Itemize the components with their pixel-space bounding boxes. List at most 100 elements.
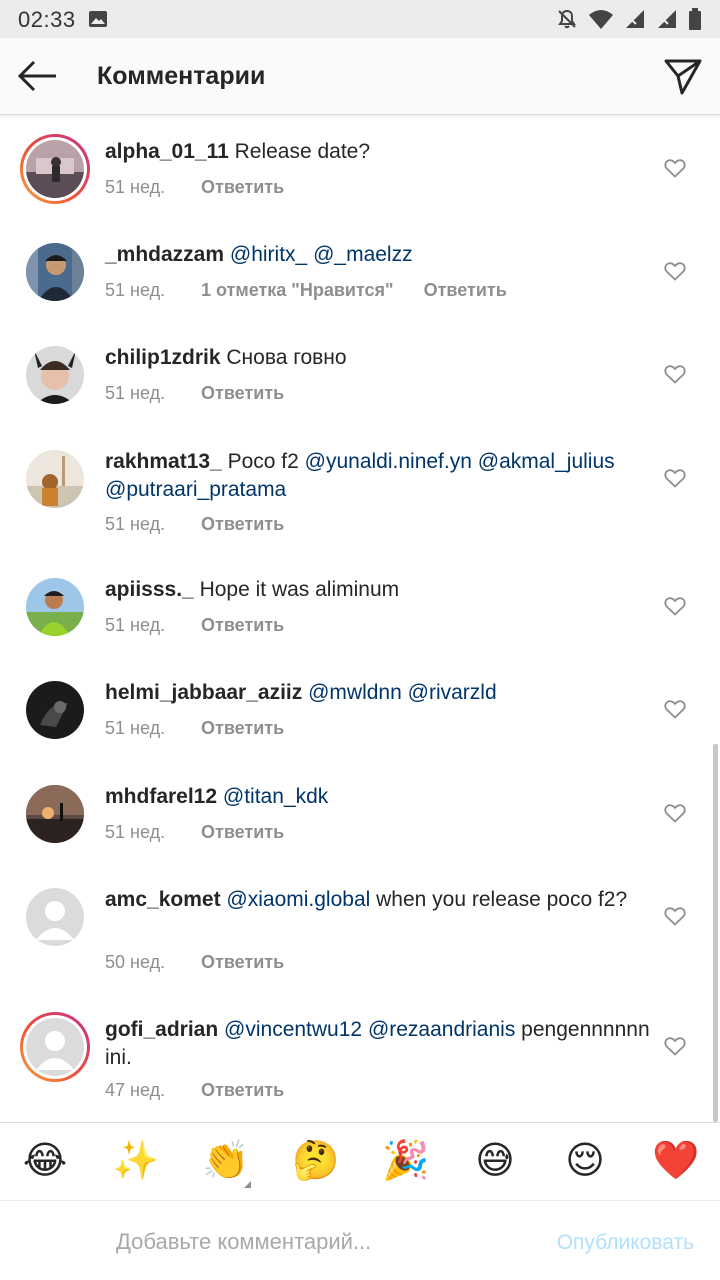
- comment-username[interactable]: chilip1zdrik: [105, 346, 221, 369]
- comment-meta: 51 нед. Ответить: [105, 177, 284, 198]
- comment-mention[interactable]: @xiaomi.global: [226, 888, 370, 911]
- like-heart-icon[interactable]: [664, 261, 686, 281]
- comment-body: Release date?: [234, 140, 371, 163]
- comment-username[interactable]: amc_komet: [105, 888, 221, 911]
- avatar-photo: [26, 243, 84, 301]
- reply-button[interactable]: Ответить: [201, 177, 284, 198]
- reply-button[interactable]: Ответить: [201, 718, 284, 739]
- comment-meta: 50 нед. Ответить: [105, 952, 284, 973]
- avatar-photo: [26, 450, 84, 508]
- skin-tone-indicator-icon: [244, 1181, 251, 1188]
- emoji-sparkles-icon[interactable]: ✨: [112, 1139, 159, 1183]
- comment-mention[interactable]: @mwldnn: [308, 681, 402, 704]
- reply-button[interactable]: Ответить: [201, 514, 284, 535]
- comment-text: chilip1zdrik Снова говно: [105, 344, 650, 372]
- page-title: Комментарии: [97, 62, 266, 90]
- signal-icon-2: [658, 10, 676, 28]
- comment-mention[interactable]: @_maelzz: [313, 243, 413, 266]
- mute-icon: [558, 9, 576, 29]
- comment-mention[interactable]: @putraari_pratama: [105, 478, 286, 501]
- comment-text: amc_komet @xiaomi.global when you releas…: [105, 886, 650, 914]
- like-heart-icon[interactable]: [664, 158, 686, 178]
- like-heart-icon[interactable]: [664, 364, 686, 384]
- avatar[interactable]: [20, 1012, 90, 1082]
- comment-text: rakhmat13_ Poco f2 @yunaldi.ninef.yn @ak…: [105, 448, 650, 504]
- reply-button[interactable]: Ответить: [201, 1080, 284, 1101]
- comment-time: 47 нед.: [105, 1080, 166, 1100]
- comment-username[interactable]: alpha_01_11: [105, 140, 229, 163]
- avatar-photo: [26, 888, 84, 946]
- status-bar: 02:33: [0, 0, 720, 38]
- like-heart-icon[interactable]: [664, 699, 686, 719]
- comment-time: 51 нед.: [105, 280, 166, 300]
- comment-mention[interactable]: @rezaandrianis: [368, 1018, 515, 1041]
- wifi-icon: [589, 10, 613, 29]
- avatar-photo: [26, 346, 84, 404]
- gallery-notification-icon: [89, 11, 107, 27]
- avatar[interactable]: [20, 572, 90, 642]
- signal-icon: [626, 10, 644, 28]
- emoji-laughing-icon[interactable]: 😂: [22, 1139, 68, 1183]
- comment-meta: 47 нед. Ответить: [105, 1080, 284, 1101]
- comment-username[interactable]: helmi_jabbaar_aziiz: [105, 681, 302, 704]
- like-heart-icon[interactable]: [664, 803, 686, 823]
- comment-time: 51 нед.: [105, 177, 166, 197]
- comment-time: 51 нед.: [105, 383, 166, 403]
- reply-button[interactable]: Ответить: [201, 383, 284, 404]
- reply-button[interactable]: Ответить: [424, 280, 507, 301]
- emoji-thinking-icon[interactable]: 🤔: [292, 1139, 339, 1183]
- avatar[interactable]: [20, 779, 90, 849]
- comment-username[interactable]: gofi_adrian: [105, 1018, 218, 1041]
- comment-username[interactable]: _mhdazzam: [105, 243, 224, 266]
- comment-username[interactable]: apiisss._: [105, 578, 194, 601]
- comment-time: 51 нед.: [105, 822, 166, 842]
- comment-input[interactable]: [116, 1227, 516, 1257]
- back-arrow-icon[interactable]: [14, 56, 60, 96]
- like-heart-icon[interactable]: [664, 468, 686, 488]
- comment-text: gofi_adrian @vincentwu12 @rezaandrianis …: [105, 1016, 650, 1072]
- comment-mention[interactable]: @rivarzld: [408, 681, 497, 704]
- comment-time: 51 нед.: [105, 615, 166, 635]
- comment-time: 51 нед.: [105, 514, 166, 534]
- comment-mention[interactable]: @hiritx_: [230, 243, 307, 266]
- top-app-bar: Комментарии: [0, 38, 720, 115]
- comment-mention[interactable]: @titan_kdk: [223, 785, 328, 808]
- avatar[interactable]: [20, 340, 90, 410]
- avatar-photo: [26, 681, 84, 739]
- direct-send-icon[interactable]: [662, 56, 704, 96]
- avatar[interactable]: [20, 444, 90, 514]
- comment-meta: 51 нед. Ответить: [105, 514, 284, 535]
- avatar[interactable]: [20, 237, 90, 307]
- comment-username[interactable]: rakhmat13_: [105, 450, 222, 473]
- reply-button[interactable]: Ответить: [201, 822, 284, 843]
- avatar[interactable]: [20, 675, 90, 745]
- like-heart-icon[interactable]: [664, 596, 686, 616]
- emoji-relieved-icon[interactable]: 😌: [562, 1139, 608, 1183]
- emoji-sweat-smile-icon[interactable]: 😅: [472, 1139, 518, 1183]
- emoji-clapping-icon[interactable]: 👏: [202, 1139, 249, 1183]
- comment-mention[interactable]: @akmal_julius: [478, 450, 615, 473]
- comment-body: when you release poco f2?: [376, 888, 628, 911]
- avatar[interactable]: [20, 134, 90, 204]
- comment-body: Снова говно: [226, 346, 347, 369]
- like-heart-icon[interactable]: [664, 906, 686, 926]
- comment-username[interactable]: mhdfarel12: [105, 785, 217, 808]
- comment-body: Poco f2: [227, 450, 299, 473]
- comment-text: _mhdazzam @hiritx_ @_maelzz: [105, 241, 650, 269]
- likes-count[interactable]: 1 отметка "Нравится": [201, 280, 394, 301]
- comment-mention[interactable]: @yunaldi.ninef.yn: [305, 450, 472, 473]
- reply-button[interactable]: Ответить: [201, 615, 284, 636]
- battery-icon: [689, 8, 701, 30]
- scrollbar[interactable]: [713, 744, 718, 1122]
- status-time: 02:33: [18, 7, 76, 32]
- reply-button[interactable]: Ответить: [201, 952, 284, 973]
- comment-text: mhdfarel12 @titan_kdk: [105, 783, 650, 811]
- comment-mention[interactable]: @vincentwu12: [224, 1018, 362, 1041]
- emoji-party-popper-icon[interactable]: 🎉: [382, 1139, 429, 1183]
- emoji-red-heart-icon[interactable]: ❤️: [652, 1139, 699, 1183]
- comment-time: 50 нед.: [105, 952, 166, 972]
- avatar[interactable]: [20, 882, 90, 952]
- like-heart-icon[interactable]: [664, 1036, 686, 1056]
- publish-button[interactable]: Опубликовать: [557, 1231, 694, 1255]
- comment-text: alpha_01_11 Release date?: [105, 138, 650, 166]
